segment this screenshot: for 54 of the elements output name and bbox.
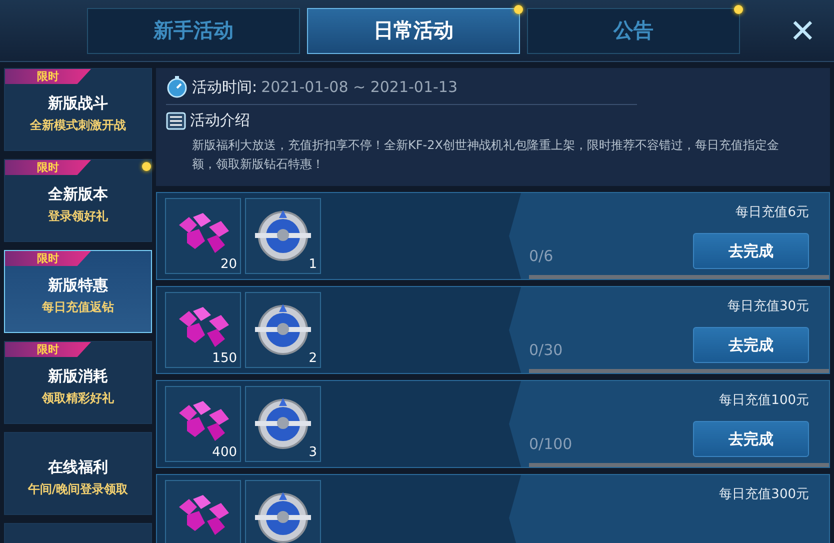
tab[interactable]: 公告 [527,8,740,54]
go-complete-button[interactable]: 去完成 [693,327,809,363]
sidebar-item[interactable]: 在线福利 午间/晚间登录领取 [4,432,152,515]
go-complete-button[interactable]: 去完成 [693,421,809,457]
limited-time-tag: 限时 [5,251,91,266]
progress-text: 0/100 [529,435,572,453]
sidebar-item[interactable]: 限时 新版消耗 领取精彩好礼 [4,341,152,424]
list-icon [166,112,186,130]
item-subtitle: 全新模式刺激开战 [30,116,126,134]
reward-count: 20 [220,257,237,272]
reward-slot[interactable]: 1 [245,198,321,274]
reward-count: 150 [212,351,237,366]
reward-slot[interactable]: 2 [245,292,321,368]
tab[interactable]: 日常活动 [307,8,520,54]
requirement-text: 每日充值300元 [719,486,809,503]
limited-time-tag: 限时 [5,342,91,357]
item-title: 新版消耗 [48,366,108,386]
item-title: 全新版本 [48,184,108,204]
winged-badge-drawing [253,490,313,543]
tab[interactable]: 新手活动 [87,8,300,54]
item-subtitle: 午间/晚间登录领取 [28,480,128,498]
requirement-text: 每日充值6元 [736,204,809,221]
progress-text: 0/30 [529,341,563,359]
item-title: 在线福利 [48,458,108,476]
limited-time-tag: 限时 [5,69,91,84]
time-label: 活动时间: [192,78,258,96]
intro-text: 新版福利大放送，充值折扣享不停！全新KF-2X创世神战机礼包隆重上架，限时推荐不容错过，每日充值指定金额，领取新版钻石特惠！ [191,137,780,173]
time-value: 2021-01-08 ~ 2021-01-13 [261,78,458,96]
sidebar-item[interactable]: 限时 全新版本 登录领好礼 [4,159,152,242]
item-subtitle: 领取精彩好礼 [42,390,114,406]
reward-slot[interactable]: 400 [165,386,241,462]
requirement-text: 每日充值100元 [719,392,809,409]
sidebar-item[interactable]: 限时 新版特惠 每日充值返钻 [4,250,152,333]
item-subtitle: 登录领好礼 [48,208,108,224]
intro-title: 活动介绍 [190,111,250,130]
stopwatch-icon [166,76,188,98]
limited-time-tag: 限时 [5,160,91,175]
reward-count: 1 [308,257,317,272]
reward-count: 400 [212,445,237,460]
item-title: 新版特惠 [48,276,108,294]
reward-slot[interactable] [165,480,241,543]
sidebar-item[interactable]: 限时 新版战斗 全新模式刺激开战 [4,68,152,151]
requirement-text: 每日充值30元 [727,298,809,315]
reward-slot[interactable] [245,480,321,543]
item-title: 新版战斗 [48,94,108,112]
reward-slot[interactable]: 20 [165,198,241,274]
reward-slot[interactable]: 150 [165,292,241,368]
item-subtitle: 每日充值返钻 [42,298,114,316]
reward-count: 3 [308,445,317,460]
reward-count: 2 [308,351,317,366]
close-button[interactable]: ✕ [783,12,822,50]
reward-slot[interactable]: 3 [245,386,321,462]
go-complete-button[interactable]: 去完成 [693,233,809,269]
progress-text: 0/6 [529,247,554,265]
